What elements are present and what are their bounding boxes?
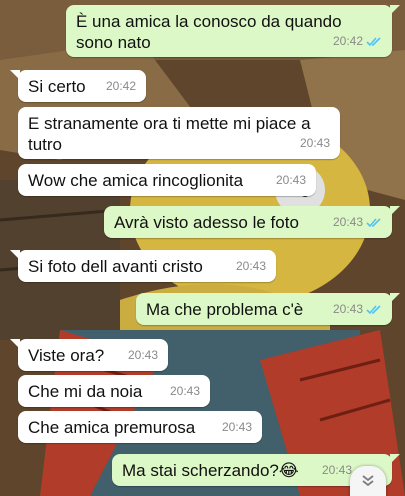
message-text: Che amica premurosa (28, 418, 196, 437)
message-meta: 20:43 (236, 256, 266, 277)
message-text: È una amica la conosco da quando sono na… (76, 12, 342, 52)
incoming-message[interactable]: Si foto dell avanti cristo 20:43 (10, 250, 276, 282)
message-meta: 20:43 (128, 345, 158, 366)
message-time: 20:42 (105, 79, 136, 93)
message-text: Che mi da noia (28, 382, 143, 401)
message-meta: 20:43 (333, 299, 382, 320)
read-ticks-icon (366, 304, 381, 314)
incoming-message[interactable]: Viste ora? 20:43 (10, 339, 168, 371)
scroll-to-bottom-button[interactable] (350, 466, 386, 496)
message-time: 20:42 (332, 34, 363, 48)
incoming-message[interactable]: E stranamente ora ti mette mi piace a tu… (18, 107, 340, 159)
message-text: Si certo (28, 77, 86, 96)
message-time: 20:43 (332, 302, 363, 316)
message-meta: 20:43 (322, 460, 352, 481)
message-time: 20:43 (235, 259, 266, 273)
outgoing-message[interactable]: Avrà visto adesso le foto 20:43 (104, 206, 400, 238)
incoming-message[interactable]: Si certo 20:42 (10, 70, 146, 102)
message-time: 20:43 (299, 136, 330, 150)
double-chevron-down-icon (362, 475, 374, 487)
read-ticks-icon (366, 36, 381, 46)
message-time: 20:43 (275, 173, 306, 187)
outgoing-message[interactable]: Ma che problema c'è 20:43 (136, 293, 400, 325)
message-meta: 20:43 (222, 417, 252, 438)
message-time: 20:43 (332, 215, 363, 229)
message-time: 20:43 (321, 463, 352, 477)
message-text: Ma stai scherzando?😂 (122, 461, 299, 480)
message-meta: 20:43 (170, 381, 200, 402)
incoming-message[interactable]: Che mi da noia 20:43 (18, 375, 210, 407)
message-text: Si foto dell avanti cristo (28, 257, 203, 276)
message-time: 20:43 (127, 348, 158, 362)
message-text: E stranamente ora ti mette mi piace a tu… (28, 114, 311, 154)
message-meta: 20:43 (333, 212, 382, 233)
message-text: Ma che problema c'è (146, 300, 304, 319)
incoming-message[interactable]: Che amica premurosa 20:43 (18, 411, 262, 443)
message-text: Viste ora? (28, 346, 105, 365)
incoming-message[interactable]: Wow che amica rincoglionita 20:43 (18, 164, 316, 196)
message-meta: 20:43 (300, 133, 330, 154)
outgoing-message[interactable]: È una amica la conosco da quando sono na… (66, 5, 400, 57)
message-text: Wow che amica rincoglionita (28, 171, 244, 190)
message-text: Avrà visto adesso le foto (114, 213, 299, 232)
message-time: 20:43 (221, 420, 252, 434)
message-time: 20:43 (169, 384, 200, 398)
message-meta: 20:42 (333, 31, 382, 52)
read-ticks-icon (366, 217, 381, 227)
message-meta: 20:42 (106, 76, 136, 97)
message-meta: 20:43 (276, 170, 306, 191)
